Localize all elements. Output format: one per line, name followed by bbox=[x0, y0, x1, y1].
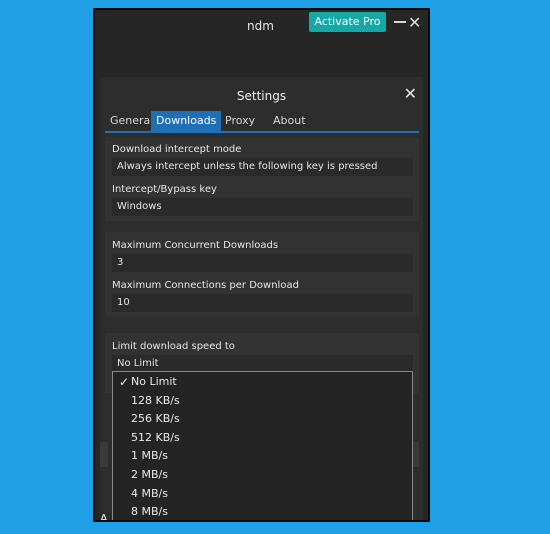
settings-title: Settings bbox=[236, 89, 287, 103]
speed-option-no-limit[interactable]: ✓ No Limit bbox=[113, 373, 412, 391]
checkmark-icon: ✓ bbox=[119, 375, 130, 389]
max-connections-label: Maximum Connections per Download bbox=[112, 280, 299, 291]
connections-group: Maximum Concurrent Downloads 3 Maximum C… bbox=[105, 232, 419, 316]
bypass-key-label: Intercept/Bypass key bbox=[112, 184, 217, 195]
tab-downloads[interactable]: Downloads bbox=[151, 111, 222, 131]
toolbar bbox=[95, 44, 428, 99]
max-concurrent-label: Maximum Concurrent Downloads bbox=[112, 240, 279, 251]
hidden-button-edge-left bbox=[100, 442, 108, 467]
intercept-group: Download intercept mode Always intercept… bbox=[105, 137, 419, 221]
close-icon[interactable]: ✕ bbox=[408, 14, 421, 32]
speed-option-label: No Limit bbox=[131, 375, 177, 388]
tab-proxy[interactable]: Proxy bbox=[220, 111, 260, 131]
intercept-mode-label: Download intercept mode bbox=[112, 144, 242, 155]
settings-close-icon[interactable]: ✕ bbox=[404, 84, 417, 103]
speed-option-label: 4 MB/s bbox=[131, 487, 168, 500]
window-title: ndm bbox=[247, 19, 274, 33]
intercept-mode-select[interactable]: Always intercept unless the following ke… bbox=[112, 158, 413, 176]
speed-limit-dropdown[interactable]: ✓ No Limit 128 KB/s 256 KB/s 512 KB/s 1 … bbox=[112, 371, 413, 520]
tab-about[interactable]: About bbox=[268, 111, 311, 131]
speed-option-label: 1 MB/s bbox=[131, 449, 168, 462]
bypass-key-select[interactable]: Windows bbox=[112, 198, 413, 216]
max-connections-field[interactable]: 10 bbox=[112, 294, 413, 312]
speed-option-128kb[interactable]: 128 KB/s bbox=[113, 392, 412, 410]
tab-underline bbox=[105, 131, 419, 133]
speed-option-1mb[interactable]: 1 MB/s bbox=[113, 447, 412, 465]
speed-limit-label: Limit download speed to bbox=[112, 341, 235, 352]
minimize-icon[interactable] bbox=[394, 14, 406, 26]
speed-option-label: 2 MB/s bbox=[131, 468, 168, 481]
speed-option-label: 256 KB/s bbox=[131, 412, 180, 425]
title-bar: ndm Activate Pro ✕ bbox=[95, 10, 428, 40]
max-concurrent-field[interactable]: 3 bbox=[112, 254, 413, 272]
settings-panel: Settings ✕ General Downloads Proxy About… bbox=[100, 77, 423, 522]
speed-option-label: 8 MB/s bbox=[131, 505, 168, 518]
speed-option-512kb[interactable]: 512 KB/s bbox=[113, 429, 412, 447]
app-window: ndm Activate Pro ✕ Settings ✕ General Do… bbox=[93, 8, 430, 522]
hidden-peek-text: A bbox=[100, 512, 108, 522]
speed-option-8mb[interactable]: 8 MB/s bbox=[113, 503, 412, 520]
speed-option-2mb[interactable]: 2 MB/s bbox=[113, 466, 412, 484]
activate-pro-button[interactable]: Activate Pro bbox=[309, 12, 386, 32]
speed-option-256kb[interactable]: 256 KB/s bbox=[113, 410, 412, 428]
speed-option-label: 128 KB/s bbox=[131, 394, 180, 407]
speed-option-4mb[interactable]: 4 MB/s bbox=[113, 485, 412, 503]
speed-option-label: 512 KB/s bbox=[131, 431, 180, 444]
